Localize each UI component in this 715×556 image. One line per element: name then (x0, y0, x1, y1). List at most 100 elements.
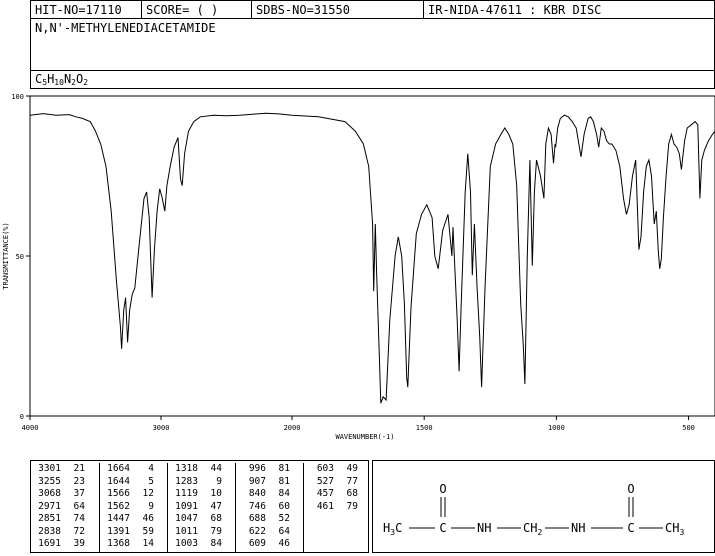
peak-row: 1011 79 (168, 526, 236, 539)
peak-wavenumber: 1003 (175, 538, 198, 549)
peak-wavenumber: 461 (316, 500, 334, 512)
x-tick-label: 3000 (153, 424, 170, 432)
peak-transmittance: 68 (210, 513, 222, 524)
peak-wavenumber: 3068 (38, 488, 61, 499)
y-tick-label: 0 (20, 413, 24, 421)
peak-wavenumber: 1562 (107, 500, 130, 512)
peak-wavenumber: 1664 (107, 463, 130, 474)
peak-row: 840 84 (236, 488, 304, 501)
methyl-group: CH3 (665, 521, 684, 537)
peak-transmittance: 5 (148, 475, 154, 487)
peak-row: 609 46 (236, 538, 304, 551)
peak-column: 1318 44 1283 9 1119 10 1091 47 1047 68 1011 79 1003 8… (167, 463, 236, 552)
peak-wavenumber: 3255 (38, 475, 61, 487)
peak-row: 746 60 (236, 501, 304, 514)
peak-wavenumber: 746 (248, 500, 266, 512)
peak-row: 1119 10 (168, 488, 236, 501)
x-tick-label: 500 (682, 424, 695, 432)
peak-row: 1091 47 (168, 501, 236, 514)
peak-transmittance: 81 (278, 463, 290, 474)
peak-wavenumber: 603 (316, 463, 334, 474)
peak-row: 3068 37 (31, 488, 99, 501)
peak-row: 1047 68 (168, 513, 236, 526)
peak-row: 461 79 (304, 501, 371, 514)
y-tick-label: 100 (11, 93, 24, 101)
peak-column: 3301 21 3255 23 3068 37 2971 64 2851 74 2838 72 1691… (31, 463, 99, 552)
x-axis: 4000 3000 2000 1500 1000 500 (22, 416, 695, 432)
peak-wavenumber: 2851 (38, 513, 61, 524)
peak-transmittance: 68 (346, 488, 358, 499)
peak-transmittance: 60 (278, 500, 290, 512)
methyl-group: H3C (383, 521, 402, 537)
spectrum-trace (29, 112, 715, 404)
peak-transmittance: 46 (278, 538, 290, 549)
peak-transmittance: 64 (73, 500, 85, 512)
peak-transmittance: 46 (142, 513, 154, 524)
peak-transmittance: 64 (278, 525, 290, 537)
peak-row: 1391 59 (100, 526, 168, 539)
peak-wavenumber: 1091 (175, 500, 198, 512)
amine-group: NH (477, 521, 491, 535)
peak-transmittance: 52 (278, 513, 290, 524)
peak-row: 2971 64 (31, 501, 99, 514)
peak-wavenumber: 2838 (38, 525, 61, 537)
peak-wavenumber: 907 (248, 475, 266, 487)
peak-row: 688 52 (236, 513, 304, 526)
x-tick-label: 1000 (548, 424, 565, 432)
methylene-group: CH2 (523, 521, 542, 537)
peak-wavenumber: 1318 (175, 463, 198, 474)
peak-row: 457 68 (304, 488, 371, 501)
peak-transmittance: 10 (210, 488, 222, 499)
ir-spectrum-chart: 0 50 100 4000 3000 2000 1500 1000 500 TRANSMITT… (2, 93, 715, 441)
peak-wavenumber: 622 (248, 525, 266, 537)
peak-transmittance: 47 (210, 500, 222, 512)
peak-row: 1691 39 (31, 538, 99, 551)
peak-wavenumber: 527 (316, 475, 334, 487)
peak-row: 527 77 (304, 476, 371, 489)
peak-row: 3301 21 (31, 463, 99, 476)
peak-column: 603 49 527 77 457 68 461 79 (303, 463, 371, 552)
peak-transmittance: 79 (210, 525, 222, 537)
peak-row: 1566 12 (100, 488, 168, 501)
oxygen-label-1: O (439, 482, 446, 496)
peak-wavenumber: 1119 (175, 488, 198, 499)
peak-row: 907 81 (236, 476, 304, 489)
x-tick-label: 4000 (22, 424, 39, 432)
x-axis-label: WAVENUMBER(-1) (335, 433, 394, 441)
x-tick-label: 2000 (284, 424, 301, 432)
peak-row: 2838 72 (31, 526, 99, 539)
peak-table: 3301 21 3255 23 3068 37 2971 64 2851 74 2838 72 1691… (30, 460, 369, 553)
peak-transmittance: 84 (278, 488, 290, 499)
peak-transmittance: 14 (142, 538, 154, 549)
peak-row: 3255 23 (31, 476, 99, 489)
peak-wavenumber: 840 (248, 488, 266, 499)
oxygen-label-2: O (627, 482, 634, 496)
peak-wavenumber: 1691 (38, 538, 61, 549)
peak-wavenumber: 457 (316, 488, 334, 499)
peak-wavenumber: 2971 (38, 500, 61, 512)
peak-wavenumber: 1391 (107, 525, 130, 537)
peak-row: 1368 14 (100, 538, 168, 551)
peak-transmittance: 59 (142, 525, 154, 537)
peak-transmittance: 74 (73, 513, 85, 524)
peak-row: 622 64 (236, 526, 304, 539)
peak-transmittance: 21 (73, 463, 85, 474)
peak-transmittance: 23 (73, 475, 85, 487)
peak-wavenumber: 1011 (175, 525, 198, 537)
peak-wavenumber: 996 (248, 463, 266, 474)
peak-transmittance: 39 (73, 538, 85, 549)
peak-column: 1664 4 1644 5 1566 12 1562 9 1447 46 1391 59 1368 14 (99, 463, 168, 552)
peak-row: 1664 4 (100, 463, 168, 476)
peak-row: 1003 84 (168, 538, 236, 551)
peak-wavenumber: 1447 (107, 513, 130, 524)
peak-row: 603 49 (304, 463, 371, 476)
peak-wavenumber: 1283 (175, 475, 198, 487)
peak-row: 1644 5 (100, 476, 168, 489)
peak-wavenumber: 1566 (107, 488, 130, 499)
peak-wavenumber: 3301 (38, 463, 61, 474)
peak-transmittance: 9 (216, 475, 222, 487)
peak-wavenumber: 688 (248, 513, 266, 524)
peak-transmittance: 79 (346, 500, 358, 512)
peak-column: 996 81 907 81 840 84 746 60 688 52 622 64 609 46 (235, 463, 304, 552)
amine-group: NH (571, 521, 585, 535)
